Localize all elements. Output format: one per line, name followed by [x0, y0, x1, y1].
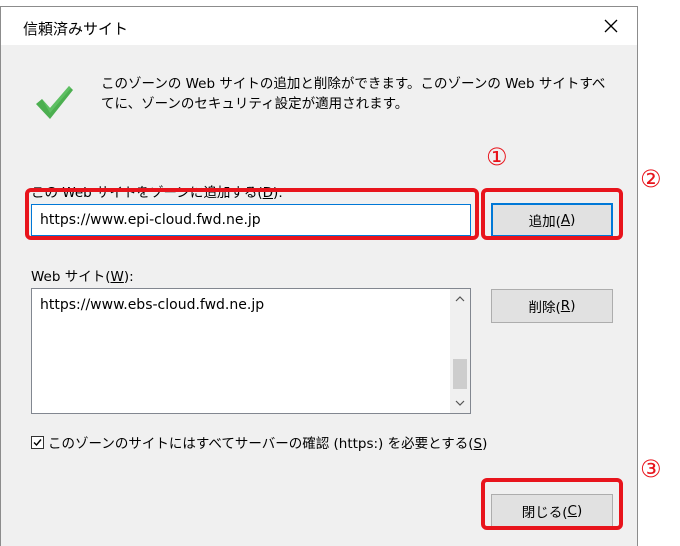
require-https-checkbox[interactable] — [31, 435, 44, 449]
step-2-marker: ② — [640, 165, 662, 193]
sites-label: Web サイト(W): — [31, 269, 134, 285]
scroll-down-icon[interactable] — [450, 393, 470, 413]
scroll-up-icon[interactable] — [450, 289, 470, 309]
require-https-label: このゾーンのサイトにはすべてサーバーの確認 (https:) を必要とする(S) — [48, 436, 488, 452]
require-https-row[interactable]: このゾーンのサイトにはすべてサーバーの確認 (https:) を必要とする(S) — [31, 432, 487, 452]
scrollbar[interactable] — [450, 289, 470, 413]
step-1-marker: ① — [486, 143, 508, 171]
title-bar: 信頼済みサイト — [1, 7, 637, 45]
scroll-thumb[interactable] — [453, 359, 467, 389]
info-text: このゾーンの Web サイトの追加と削除ができます。このゾーンの Web サイト… — [101, 76, 606, 112]
remove-button[interactable]: 削除(R) — [491, 289, 613, 323]
step-3-marker: ③ — [640, 455, 662, 483]
list-item[interactable]: https://www.ebs-cloud.fwd.ne.jp — [40, 297, 264, 313]
highlight-close-button — [481, 478, 623, 530]
highlight-add-button — [481, 188, 623, 240]
close-icon[interactable] — [591, 9, 631, 43]
checkmark-icon — [33, 82, 75, 124]
trusted-sites-dialog: 信頼済みサイト このゾーンの Web サイトの追加と削除ができます。このゾーンの… — [0, 6, 638, 546]
sites-list[interactable]: https://www.ebs-cloud.fwd.ne.jp — [31, 288, 471, 414]
highlight-input — [25, 188, 479, 240]
dialog-title: 信頼済みサイト — [23, 20, 129, 38]
